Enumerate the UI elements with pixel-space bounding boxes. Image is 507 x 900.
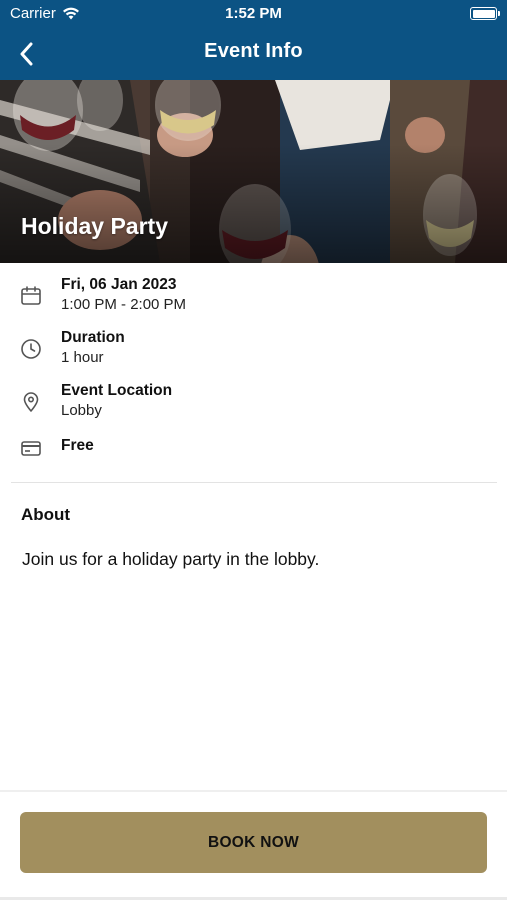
status-bar: Carrier 1:52 PM: [0, 0, 507, 28]
header: Carrier 1:52 PM Event Info: [0, 0, 507, 80]
event-date: Fri, 06 Jan 2023: [61, 276, 177, 293]
page-title: Event Info: [204, 40, 303, 62]
nav-bar: Event Info: [0, 30, 507, 76]
duration-label: Duration: [61, 329, 125, 346]
event-hero-image: Holiday Party: [0, 80, 507, 263]
event-title: Holiday Party: [21, 213, 168, 239]
location-value: Lobby: [61, 402, 102, 419]
about-description: Join us for a holiday party in the lobby…: [22, 549, 320, 569]
credit-card-icon: [21, 441, 41, 456]
book-now-button[interactable]: BOOK NOW: [20, 812, 487, 873]
location-label: Event Location: [61, 382, 173, 399]
status-time: 1:52 PM: [225, 5, 282, 22]
price-value: Free: [61, 437, 94, 454]
clock-icon: [21, 339, 41, 359]
calendar-icon: [21, 286, 41, 305]
section-divider: [11, 482, 497, 483]
location-pin-icon: [23, 392, 39, 412]
battery-icon: [470, 7, 500, 20]
footer-divider: [0, 790, 507, 792]
event-time: 1:00 PM - 2:00 PM: [61, 296, 187, 313]
about-heading: About: [21, 505, 71, 524]
duration-value: 1 hour: [61, 349, 104, 366]
